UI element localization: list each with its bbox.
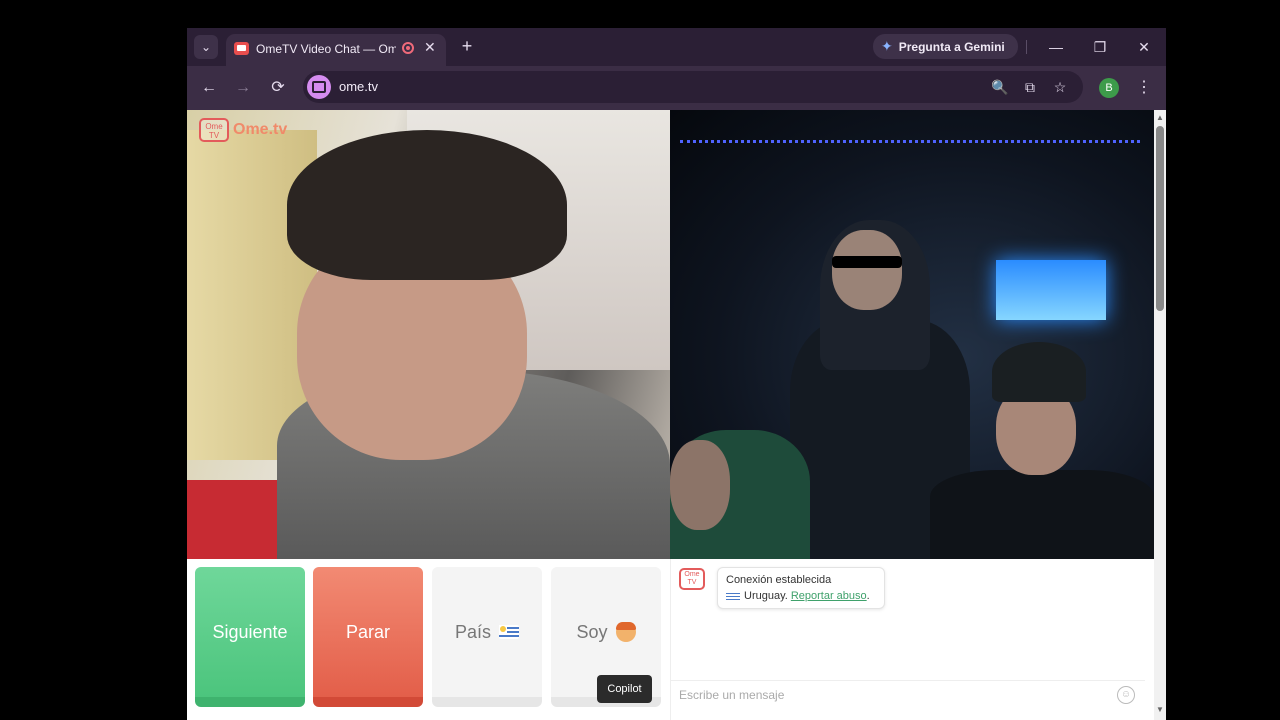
country-label: País bbox=[454, 621, 492, 642]
next-label: Siguiente bbox=[212, 621, 288, 642]
country-button[interactable]: País bbox=[432, 567, 542, 707]
tab-ometv[interactable]: OmeTV Video Chat — Ome ✕ bbox=[226, 34, 446, 66]
browser-window: ⌄ OmeTV Video Chat — Ome ✕ + ✦ Pregunta … bbox=[187, 28, 1166, 720]
system-message: Conexión establecida Uruguay. Reportar a… bbox=[717, 567, 885, 609]
url-text[interactable]: ome.tv bbox=[339, 79, 378, 94]
ometv-logo: Ome TV Ome.tv bbox=[199, 118, 287, 142]
install-app-icon[interactable]: ⧉ bbox=[1019, 76, 1041, 98]
tv-icon: Ome TV bbox=[199, 118, 229, 142]
logo-text: Ome.tv bbox=[233, 121, 288, 138]
divider bbox=[1026, 40, 1027, 54]
uruguay-flag-icon bbox=[499, 625, 520, 639]
stop-button[interactable]: Parar bbox=[313, 567, 423, 707]
recording-icon bbox=[402, 42, 414, 54]
chat-tv-icon: Ome TV bbox=[679, 568, 705, 590]
zoom-icon[interactable]: 🔍 bbox=[989, 76, 1011, 98]
local-video: Ome TV Ome.tv bbox=[187, 110, 670, 559]
tab-bar: ⌄ OmeTV Video Chat — Ome ✕ + ✦ Pregunta … bbox=[187, 28, 1166, 66]
stop-label: Parar bbox=[345, 621, 390, 642]
connection-status: Conexión establecida bbox=[726, 574, 832, 586]
report-abuse-link[interactable]: Reportar abuso bbox=[791, 590, 867, 602]
tab-title: OmeTV Video Chat — Ome bbox=[256, 42, 396, 56]
site-info-icon[interactable] bbox=[307, 75, 331, 99]
gemini-button[interactable]: ✦ Pregunta a Gemini bbox=[873, 34, 1018, 59]
chat-panel: Ome TV Conexión establecida Uruguay. Rep… bbox=[670, 559, 1155, 720]
emoji-icon[interactable]: ☺ bbox=[1117, 686, 1135, 704]
tab-close-icon[interactable]: ✕ bbox=[424, 39, 436, 56]
uruguay-flag-icon bbox=[726, 591, 740, 601]
scrollbar-thumb[interactable] bbox=[1156, 126, 1164, 311]
restore-button[interactable]: ❐ bbox=[1085, 34, 1115, 60]
gemini-label: Pregunta a Gemini bbox=[898, 39, 1005, 54]
address-bar[interactable]: ome.tv 🔍 ⧉ ☆ bbox=[303, 71, 1083, 103]
message-input[interactable]: Escribe un mensaje ☺ bbox=[671, 680, 1145, 711]
boy-face-icon bbox=[615, 622, 636, 642]
control-panel: Siguiente Parar País Soy Copilot bbox=[187, 559, 670, 720]
scroll-down-icon[interactable]: ▼ bbox=[1154, 704, 1166, 716]
page-scrollbar[interactable]: ▲ ▼ bbox=[1154, 110, 1166, 720]
profile-avatar[interactable]: B bbox=[1099, 78, 1119, 98]
reload-button[interactable]: ⟳ bbox=[266, 76, 290, 100]
minimize-button[interactable]: — bbox=[1041, 34, 1071, 60]
browser-menu-icon[interactable]: ⋮ bbox=[1132, 76, 1156, 100]
partner-country: Uruguay. bbox=[744, 590, 788, 602]
copilot-tooltip: Copilot bbox=[597, 675, 652, 703]
ometv-favicon-icon bbox=[234, 42, 249, 55]
page-content: Ome TV Ome.tv Siguiente Parar País Soy C… bbox=[187, 110, 1166, 720]
next-button[interactable]: Siguiente bbox=[195, 567, 305, 707]
gender-label: Soy bbox=[576, 621, 608, 642]
forward-button[interactable]: → bbox=[231, 76, 255, 100]
gemini-sparkle-icon: ✦ bbox=[881, 38, 893, 54]
remote-video bbox=[670, 110, 1154, 559]
report-suffix: . bbox=[866, 590, 870, 602]
message-placeholder: Escribe un mensaje bbox=[679, 688, 785, 702]
new-tab-button[interactable]: + bbox=[457, 35, 477, 57]
back-button[interactable]: ← bbox=[197, 76, 221, 100]
bookmark-star-icon[interactable]: ☆ bbox=[1049, 76, 1071, 98]
close-window-button[interactable]: ✕ bbox=[1129, 34, 1159, 60]
browser-toolbar: ← → ⟳ ome.tv 🔍 ⧉ ☆ B ⋮ bbox=[187, 66, 1166, 110]
tab-search-button[interactable]: ⌄ bbox=[194, 35, 218, 59]
scroll-up-icon[interactable]: ▲ bbox=[1154, 112, 1166, 124]
